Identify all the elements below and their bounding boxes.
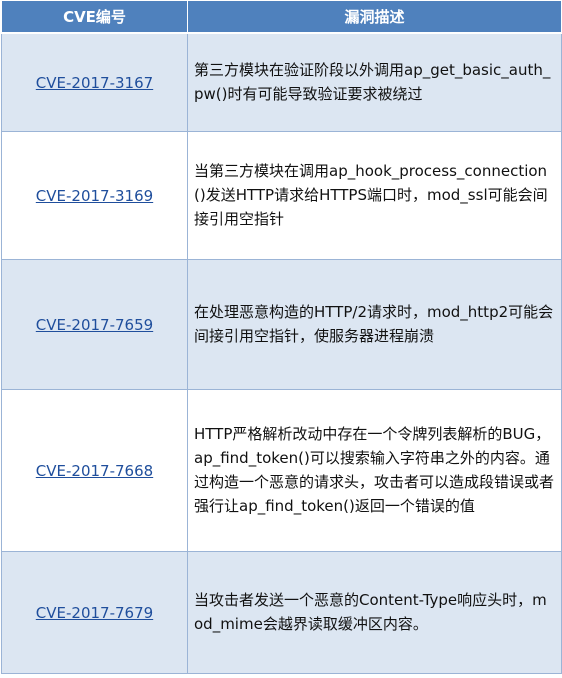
description-cell: 在处理恶意构造的HTTP/2请求时，mod_http2可能会间接引用空指针，使服… xyxy=(187,258,562,390)
table-row: CVE-2017-3167 第三方模块在验证阶段以外调用ap_get_basic… xyxy=(1,32,562,132)
cve-link[interactable]: CVE-2017-7668 xyxy=(36,462,153,480)
description-cell: 当第三方模块在调用ap_hook_process_connection()发送H… xyxy=(187,130,562,260)
table-row: CVE-2017-7679 当攻击者发送一个恶意的Content-Type响应头… xyxy=(1,550,562,674)
cve-link[interactable]: CVE-2017-7659 xyxy=(36,316,153,334)
table-header-row: CVE编号 漏洞描述 xyxy=(1,0,562,34)
cve-table: CVE编号 漏洞描述 CVE-2017-3167 第三方模块在验证阶段以外调用a… xyxy=(1,0,562,674)
description-cell: 第三方模块在验证阶段以外调用ap_get_basic_auth_pw()时有可能… xyxy=(187,32,562,132)
description-cell: 当攻击者发送一个恶意的Content-Type响应头时，mod_mime会越界读… xyxy=(187,550,562,674)
table-row: CVE-2017-7668 HTTP严格解析改动中存在一个令牌列表解析的BUG，… xyxy=(1,388,562,552)
cve-link[interactable]: CVE-2017-3169 xyxy=(36,187,153,205)
cve-link[interactable]: CVE-2017-7679 xyxy=(36,604,153,622)
cve-link[interactable]: CVE-2017-3167 xyxy=(36,74,153,92)
cve-id-cell: CVE-2017-3169 xyxy=(1,130,188,260)
cve-id-cell: CVE-2017-7659 xyxy=(1,258,188,390)
column-header-description: 漏洞描述 xyxy=(187,0,562,34)
description-cell: HTTP严格解析改动中存在一个令牌列表解析的BUG，ap_find_token(… xyxy=(187,388,562,552)
cve-id-cell: CVE-2017-3167 xyxy=(1,32,188,132)
cve-id-cell: CVE-2017-7668 xyxy=(1,388,188,552)
table-row: CVE-2017-3169 当第三方模块在调用ap_hook_process_c… xyxy=(1,130,562,260)
table-row: CVE-2017-7659 在处理恶意构造的HTTP/2请求时，mod_http… xyxy=(1,258,562,390)
column-header-cve-id: CVE编号 xyxy=(1,0,188,34)
cve-id-cell: CVE-2017-7679 xyxy=(1,550,188,674)
